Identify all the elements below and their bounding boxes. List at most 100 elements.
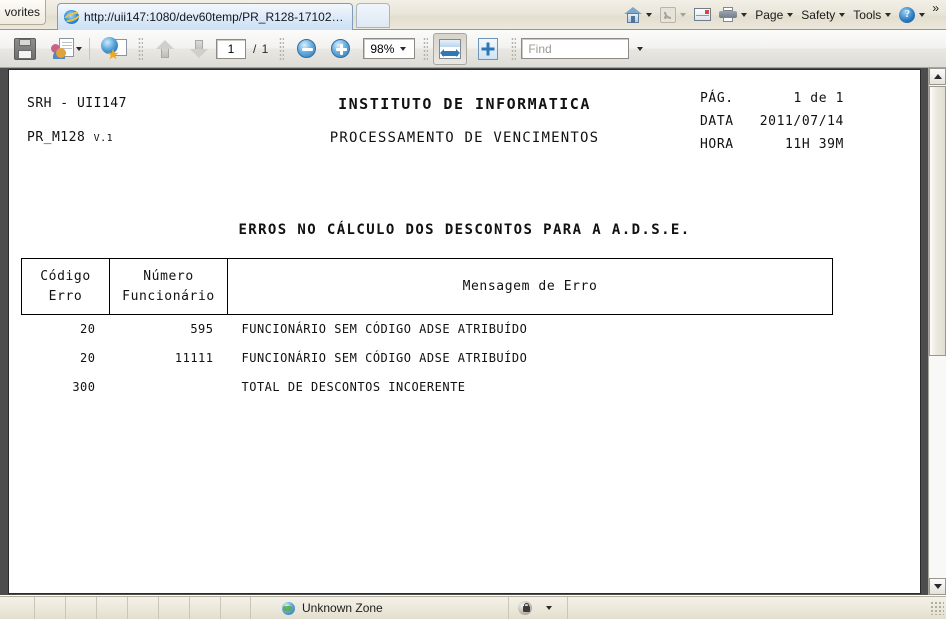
new-tab-button[interactable] [356, 3, 390, 28]
column-header-mensagem-erro: Mensagem de Erro [227, 258, 833, 315]
toolbar-grip[interactable] [511, 36, 517, 61]
fit-page-button[interactable] [471, 33, 505, 65]
scrollbar-thumb[interactable] [929, 86, 946, 356]
internet-explorer-icon [62, 9, 82, 25]
pdf-page: SRH - UII147 PR_M128 V.1 INSTITUTO DE IN… [8, 69, 921, 594]
status-cell [128, 597, 159, 619]
save-copy-button[interactable] [8, 33, 42, 65]
cell-codigo-erro: 20 [80, 322, 96, 337]
chevron-down-icon [741, 12, 748, 17]
browser-tab-active[interactable]: http://uii147:1080/dev60temp/PR_R128-171… [57, 3, 353, 30]
table-body: 20 595 FUNCIONÁRIO SEM CÓDIGO ADSE ATRIB… [22, 315, 833, 402]
tools-menu-label: Tools [853, 7, 882, 22]
vertical-scrollbar[interactable] [928, 68, 946, 595]
mail-icon [694, 8, 712, 21]
collaborate-icon [51, 37, 75, 60]
rss-feed-icon [660, 6, 677, 23]
zoom-out-icon [296, 39, 316, 58]
page-total-label: / 1 [253, 41, 270, 56]
triangle-down-icon [933, 584, 942, 589]
home-icon [624, 6, 643, 23]
page-menu-label: Page [755, 7, 784, 22]
chevron-down-icon [76, 46, 82, 51]
help-menu[interactable]: ? [895, 3, 929, 27]
cell-mensagem: TOTAL DE DESCONTOS INCOERENTE [241, 380, 466, 394]
resize-grip[interactable] [930, 601, 944, 615]
globe-icon [281, 601, 297, 616]
chevron-down-icon [885, 12, 892, 17]
find-input[interactable]: Find [521, 38, 630, 59]
attach-globe-icon [101, 36, 127, 61]
status-cell [35, 597, 66, 619]
table-row: 20 11111 FUNCIONÁRIO SEM CÓDIGO ADSE ATR… [22, 344, 833, 373]
status-cell [97, 597, 128, 619]
page-menu[interactable]: Page [751, 3, 797, 27]
status-bar: Unknown Zone [0, 596, 946, 619]
column-header-numero-funcionario: Número Funcionário [109, 258, 228, 315]
cell-numero-funcionario: 595 [190, 322, 214, 337]
toolbar-grip[interactable] [138, 36, 143, 61]
table-header-row: Código Erro Número Funcionário Mensagem … [21, 258, 833, 315]
date-label: DATA [700, 114, 734, 129]
pdf-toolbar: 1 / 1 98% Find [0, 30, 946, 68]
report-title: ERROS NO CÁLCULO DOS DESCONTOS PARA A A.… [238, 222, 691, 238]
safety-menu[interactable]: Safety [797, 3, 849, 27]
column-header-codigo-erro: Código Erro [21, 258, 110, 315]
table-row: 20 595 FUNCIONÁRIO SEM CÓDIGO ADSE ATRIB… [22, 315, 833, 344]
security-zone-indicator[interactable]: Unknown Zone [251, 597, 509, 619]
chevron-down-icon [400, 46, 407, 51]
scroll-up-button[interactable] [929, 68, 946, 85]
collaborate-button[interactable] [42, 33, 84, 65]
chevron-down-icon [919, 12, 926, 17]
chevron-down-icon [680, 12, 687, 17]
status-cell [221, 597, 251, 619]
zoom-out-button[interactable] [289, 33, 323, 65]
print-button[interactable] [715, 3, 751, 27]
status-cell [159, 597, 190, 619]
report-document: SRH - UII147 PR_M128 V.1 INSTITUTO DE IN… [9, 70, 920, 593]
home-button[interactable] [620, 3, 656, 27]
attach-file-button[interactable] [95, 33, 133, 65]
save-icon [14, 37, 36, 60]
time-value: 11H 39M [785, 137, 844, 152]
feeds-button[interactable] [656, 3, 690, 27]
arrow-up-icon [155, 38, 175, 60]
time-label: HORA [700, 137, 734, 152]
arrow-down-icon [189, 38, 209, 60]
security-zone-label: Unknown Zone [302, 601, 383, 615]
toolbar-grip[interactable] [423, 36, 429, 61]
next-page-button[interactable] [182, 33, 216, 65]
previous-page-button[interactable] [148, 33, 182, 65]
protected-mode-indicator[interactable] [509, 597, 568, 619]
triangle-up-icon [933, 74, 942, 79]
report-header-right: PÁG. 1 de 1 DATA 2011/07/14 HORA 11H 39M [700, 87, 844, 156]
scroll-down-button[interactable] [929, 578, 946, 595]
table-row: 300 TOTAL DE DESCONTOS INCOERENTE [22, 373, 833, 402]
page-label: PÁG. [700, 91, 734, 106]
status-cell [190, 597, 221, 619]
help-icon: ? [899, 6, 916, 23]
command-bar-overflow-button[interactable]: » [929, 1, 942, 15]
error-table: Código Erro Número Funcionário Mensagem … [21, 258, 833, 402]
fit-page-icon [478, 37, 499, 60]
favorites-button[interactable]: vorites [0, 0, 46, 25]
toolbar-grip[interactable] [279, 36, 285, 61]
chevron-down-icon [545, 606, 552, 610]
find-dropdown-chevron-icon[interactable] [637, 46, 644, 51]
browser-tab-title: http://uii147:1080/dev60temp/PR_R128-171… [84, 10, 346, 24]
tools-menu[interactable]: Tools [849, 3, 895, 27]
favorites-button-label: vorites [4, 5, 40, 19]
browser-chrome-bar: vorites http://uii147:1080/dev60temp/PR_… [0, 0, 946, 30]
zoom-in-button[interactable] [323, 33, 357, 65]
fit-width-button[interactable] [433, 32, 468, 65]
safety-menu-label: Safety [801, 7, 836, 22]
page-number-input[interactable]: 1 [216, 38, 246, 59]
read-mail-button[interactable] [690, 3, 715, 27]
chevron-down-icon [787, 12, 794, 17]
fit-width-icon [439, 38, 462, 59]
chevron-down-icon [646, 12, 653, 17]
zoom-level-combobox[interactable]: 98% [363, 38, 416, 59]
lock-icon [517, 600, 539, 616]
browser-window: vorites http://uii147:1080/dev60temp/PR_… [0, 0, 946, 619]
zoom-in-icon [330, 39, 350, 58]
